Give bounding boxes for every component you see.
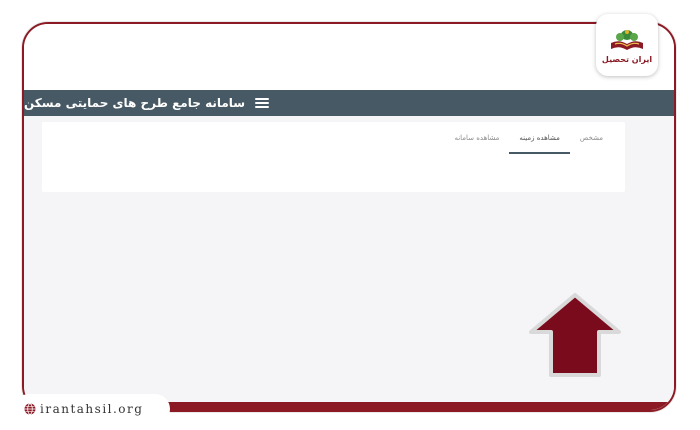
tab-mashakhas[interactable]: مشخص [570, 126, 613, 152]
app-header: سامانه جامع طرح های حمایتی مسکن [24, 90, 674, 116]
tabs-card: مشخص مشاهده زمینه مشاهده سامانه [42, 122, 625, 192]
book-tree-icon [611, 29, 643, 50]
up-arrow-icon [529, 293, 621, 377]
website-pill: irantahsil.org [14, 394, 170, 424]
brand-logo: ایران تحصیل [596, 14, 658, 76]
app-title: سامانه جامع طرح های حمایتی مسکن [24, 96, 246, 110]
tab-zamineh[interactable]: مشاهده زمینه [509, 126, 570, 154]
main-content: مشخص مشاهده زمینه مشاهده سامانه [24, 116, 674, 410]
hamburger-menu-icon[interactable] [255, 98, 270, 108]
screenshot-stage: سامانه جامع طرح های حمایتی مسکن مشخص مشا… [0, 0, 700, 430]
globe-icon [24, 403, 36, 415]
website-url[interactable]: irantahsil.org [40, 402, 143, 416]
tab-samaneh[interactable]: مشاهده سامانه [444, 126, 509, 152]
brand-name: ایران تحصیل [601, 54, 653, 64]
browser-frame: سامانه جامع طرح های حمایتی مسکن مشخص مشا… [22, 22, 676, 412]
top-blank-area [24, 24, 674, 90]
tab-bar: مشخص مشاهده زمینه مشاهده سامانه [444, 126, 613, 154]
